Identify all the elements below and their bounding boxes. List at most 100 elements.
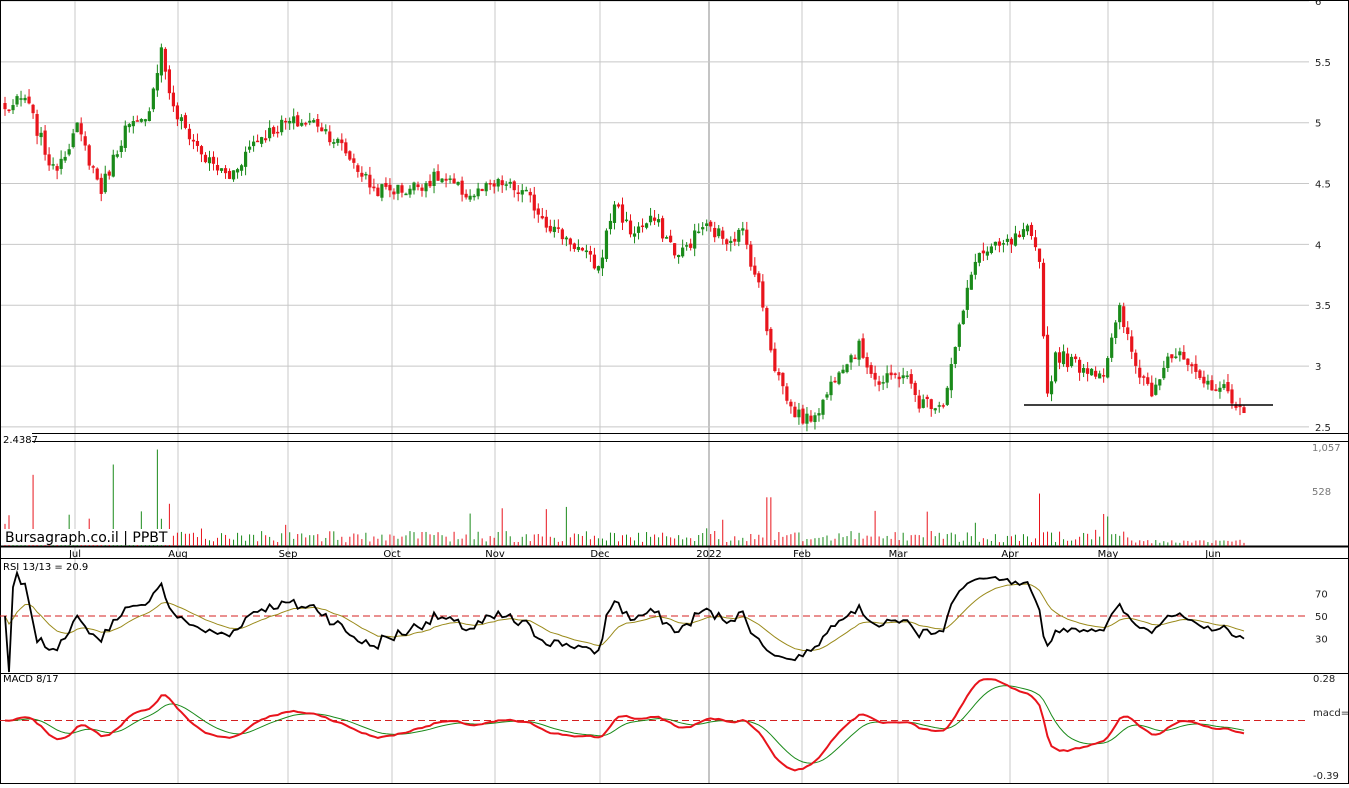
price-tick-label: 2.5 (1315, 423, 1331, 434)
candle-body (548, 225, 552, 232)
candle-body (620, 204, 625, 223)
candle-body (296, 115, 300, 127)
candle-body (757, 273, 761, 283)
candle-body (1126, 327, 1130, 335)
candle-body (127, 124, 131, 128)
candle-body (500, 180, 504, 186)
candle-body (857, 340, 861, 360)
candle-body (909, 374, 913, 384)
candle-body (656, 219, 661, 223)
candle-body (1009, 238, 1014, 245)
candle-body (841, 369, 845, 374)
candle-body (1218, 387, 1222, 392)
candle-body (725, 239, 729, 245)
candle-body (1033, 237, 1038, 248)
candle-body (917, 395, 921, 409)
candle-body (1190, 364, 1194, 367)
candle-body (993, 241, 997, 246)
candle-body (681, 247, 685, 257)
candle-body (27, 96, 31, 104)
rsi-tick-label: 30 (1315, 634, 1328, 645)
candle-body (23, 97, 27, 101)
candle-body (801, 408, 805, 424)
candle-body (933, 408, 937, 411)
candle-body (183, 115, 188, 128)
rsi-tick-label: 50 (1315, 612, 1328, 623)
candle-body (179, 117, 184, 122)
candle-body (288, 120, 292, 124)
month-label: 2022 (696, 549, 721, 560)
candle-body (348, 151, 352, 160)
grid (0, 0, 1309, 783)
candle-body (937, 405, 941, 407)
candle-body (468, 195, 472, 200)
candle-body (881, 382, 885, 384)
candle-body (95, 168, 99, 180)
candle-body (901, 375, 905, 379)
candle-body (717, 228, 721, 237)
candle-body (580, 247, 584, 251)
candle-body (865, 357, 869, 368)
price-tick-label: 4 (1315, 240, 1321, 251)
candle-body (1061, 351, 1066, 365)
candle-body (340, 139, 344, 144)
candle-body (689, 243, 693, 248)
candle-body (300, 122, 304, 126)
candle-body (729, 240, 733, 243)
candle-body (997, 241, 1002, 246)
candle-body (404, 193, 408, 196)
candle-body (837, 372, 841, 384)
candle-body (941, 405, 945, 407)
candle-body (576, 246, 580, 250)
candle-body (51, 164, 55, 166)
candle-body (861, 338, 865, 358)
candle-body (560, 229, 564, 240)
candle-body (1082, 367, 1086, 373)
price-tick-label: 5 (1315, 119, 1321, 130)
candle-body (312, 120, 316, 123)
month-label: Apr (1001, 549, 1019, 560)
volume-tick-label: 528 (1312, 487, 1331, 498)
candle-body (380, 184, 384, 198)
candle-body (1090, 368, 1094, 376)
candle-body (444, 178, 448, 181)
candle-body (1013, 233, 1018, 246)
candle-body (905, 375, 909, 377)
candle-body (1106, 358, 1110, 378)
candle-body (809, 415, 813, 422)
candle-body (600, 257, 605, 269)
candle-body (713, 227, 717, 238)
candle-body (829, 381, 833, 396)
candle-body (480, 188, 484, 192)
candle-body (669, 235, 673, 243)
month-label: Dec (590, 549, 609, 560)
candle-body (1065, 353, 1070, 368)
candle-body (171, 92, 176, 107)
candle-body (175, 105, 180, 120)
month-label: May (1098, 549, 1119, 560)
candle-body (628, 220, 633, 235)
macd-tick-label: macd=0 (1313, 708, 1349, 719)
candle-body (159, 47, 163, 76)
candle-body (889, 372, 893, 376)
candle-body (1238, 405, 1242, 408)
candle-body (496, 178, 500, 187)
candle-body (167, 69, 171, 94)
candle-body (821, 399, 825, 415)
candle-body (1114, 322, 1118, 338)
candle-body (280, 119, 284, 133)
candle-body (701, 227, 705, 230)
month-label: Aug (168, 549, 188, 560)
candle-body (63, 156, 67, 161)
candle-body (47, 154, 51, 166)
candle-body (432, 171, 436, 186)
candle-body (488, 183, 492, 185)
candle-body (1041, 262, 1046, 337)
candle-body (376, 187, 380, 197)
candle-body (207, 157, 212, 164)
candle-body (640, 225, 645, 228)
candle-body (1001, 243, 1006, 245)
candle-body (1134, 352, 1138, 366)
price-tick-label: 5.5 (1315, 58, 1331, 69)
candle-body (268, 127, 272, 139)
